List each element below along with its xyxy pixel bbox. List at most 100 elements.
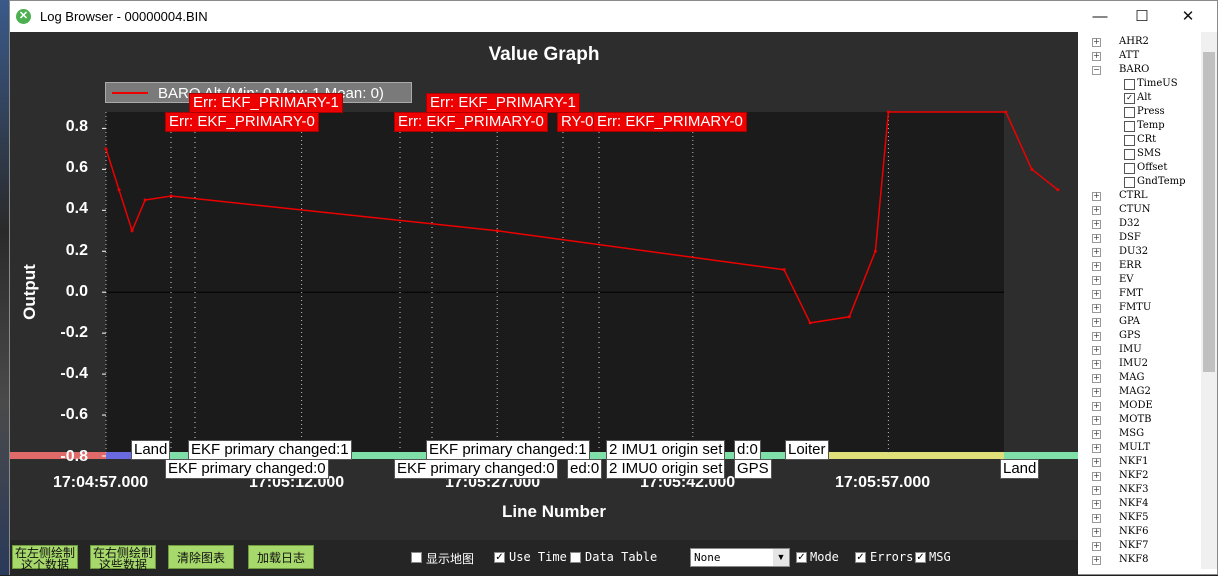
expand-icon[interactable]: +	[1092, 346, 1101, 355]
expand-icon[interactable]: +	[1092, 374, 1101, 383]
expand-icon[interactable]: +	[1092, 486, 1101, 495]
expand-icon[interactable]: +	[1092, 444, 1101, 453]
expand-icon[interactable]: +	[1092, 290, 1101, 299]
expand-icon[interactable]: +	[1092, 220, 1101, 229]
graph-type-dropdown[interactable]: None ▼	[690, 548, 790, 567]
data-point	[143, 198, 147, 202]
tree-item-checkbox[interactable]	[1124, 135, 1135, 146]
y-tick-label: 0.6	[65, 159, 88, 176]
tree-item-checkbox[interactable]: ✓	[1124, 93, 1135, 104]
chevron-down-icon[interactable]: ▼	[773, 549, 789, 566]
expand-icon[interactable]: +	[1092, 360, 1101, 369]
expand-icon[interactable]: +	[1092, 500, 1101, 509]
expand-icon[interactable]: +	[1092, 402, 1101, 411]
tree-item-checkbox[interactable]	[1124, 163, 1135, 174]
load-log-button[interactable]: 加载日志	[248, 545, 314, 569]
y-tick-label: 0.2	[65, 242, 88, 259]
expand-icon[interactable]: +	[1092, 388, 1101, 397]
tree-item-label: TimeUS	[1137, 78, 1178, 89]
tree-item-label: DU32	[1119, 246, 1149, 257]
bottom-toolbar: 在左侧绘制这个数据 在右侧绘制这些数据 清除图表 加载日志 显示地图 ✓ Use…	[10, 540, 1078, 576]
expand-icon[interactable]: +	[1092, 472, 1101, 481]
data-point	[873, 249, 877, 253]
collapse-icon[interactable]: −	[1092, 66, 1101, 75]
y-tick-label: -0.8	[60, 448, 88, 465]
tree-item-label: MULT	[1119, 442, 1151, 453]
tree-scrollbar[interactable]	[1201, 32, 1217, 569]
expand-icon[interactable]: +	[1092, 430, 1101, 439]
x-axis-label: Line Number	[502, 502, 606, 521]
tree-item-checkbox[interactable]	[1124, 107, 1135, 118]
tree-item-label: Offset	[1137, 162, 1168, 173]
expand-icon[interactable]: +	[1092, 248, 1101, 257]
expand-icon[interactable]: +	[1092, 542, 1101, 551]
dropdown-value: None	[694, 551, 721, 564]
expand-icon[interactable]: +	[1092, 38, 1101, 47]
log-browser-window: ✕ Log Browser - 00000004.BIN — ☐ ✕ Value…	[9, 0, 1218, 576]
mode-checkbox[interactable]: ✓	[796, 552, 807, 563]
errors-checkbox[interactable]: ✓	[855, 552, 866, 563]
data-point	[847, 315, 851, 319]
error-marker-label: Err: EKF_PRIMARY-1	[189, 93, 343, 113]
clear-graph-button[interactable]: 清除图表	[168, 545, 234, 569]
scrollbar-thumb[interactable]	[1203, 52, 1215, 372]
tree-item-label: NKF7	[1119, 540, 1149, 551]
tree-item-checkbox[interactable]	[1124, 177, 1135, 188]
event-label: d:0	[734, 440, 761, 460]
data-table-checkbox[interactable]	[570, 552, 581, 563]
error-marker-label: Err: EKF_PRIMARY-0	[165, 112, 319, 132]
tree-item-checkbox[interactable]	[1124, 79, 1135, 90]
y-tick-label: 0.8	[65, 118, 88, 135]
expand-icon[interactable]: +	[1092, 304, 1101, 313]
tree-item-label: FMTU	[1119, 302, 1152, 313]
expand-icon[interactable]: +	[1092, 514, 1101, 523]
expand-icon[interactable]: +	[1092, 234, 1101, 243]
x-tick-label: 17:05:57.000	[835, 474, 931, 491]
plot-right-button[interactable]: 在右侧绘制这些数据	[90, 545, 156, 571]
expand-icon[interactable]: +	[1092, 416, 1101, 425]
tree-item-label: NKF8	[1119, 554, 1149, 565]
tree-item-checkbox[interactable]	[1124, 121, 1135, 132]
title-bar: ✕ Log Browser - 00000004.BIN — ☐ ✕	[10, 1, 1217, 32]
tree-item-checkbox[interactable]	[1124, 149, 1135, 160]
event-label: EKF primary changed:1	[188, 440, 352, 460]
use-time-checkbox[interactable]: ✓	[494, 552, 505, 563]
expand-icon[interactable]: +	[1092, 52, 1101, 61]
show-map-checkbox[interactable]	[411, 552, 422, 563]
message-tree[interactable]: + AHR2 + ATT − BARO TimeUS ✓ Alt Press Temp CRt SMS O…	[1082, 32, 1202, 569]
tree-item-label: MAG2	[1119, 386, 1151, 397]
plot-left-button[interactable]: 在左侧绘制这个数据	[12, 545, 78, 571]
event-band	[800, 452, 1004, 459]
expand-icon[interactable]: +	[1092, 276, 1101, 285]
tree-item-label: MODE	[1119, 400, 1153, 411]
tree-item-label: NKF3	[1119, 484, 1149, 495]
event-label: Land	[1000, 459, 1040, 479]
expand-icon[interactable]: +	[1092, 332, 1101, 341]
expand-icon[interactable]: +	[1092, 262, 1101, 271]
maximize-button[interactable]: ☐	[1119, 1, 1165, 32]
legend-swatch	[112, 92, 148, 94]
expand-icon[interactable]: +	[1092, 206, 1101, 215]
expand-icon[interactable]: +	[1092, 458, 1101, 467]
tree-item-label: SMS	[1137, 148, 1161, 159]
x-tick-label: 17:04:57.000	[53, 474, 149, 491]
y-tick-label: 0.4	[65, 200, 88, 217]
expand-icon[interactable]: +	[1092, 192, 1101, 201]
expand-icon[interactable]: +	[1092, 556, 1101, 565]
msg-checkbox[interactable]: ✓	[915, 552, 926, 563]
tree-item-label: GPA	[1119, 316, 1141, 327]
event-label: Land	[131, 440, 171, 460]
expand-icon[interactable]: +	[1092, 318, 1101, 327]
tree-item-label: NKF2	[1119, 470, 1149, 481]
minimize-button[interactable]: —	[1077, 1, 1123, 32]
event-label: EKF primary changed:0	[394, 459, 558, 479]
expand-icon[interactable]: +	[1092, 528, 1101, 537]
data-point	[1004, 110, 1008, 114]
tree-item-label: NKF1	[1119, 456, 1149, 467]
tree-item-label: GPS	[1119, 330, 1141, 341]
data-point	[1056, 188, 1060, 192]
close-button[interactable]: ✕	[1165, 1, 1211, 32]
tree-item-label: ATT	[1119, 50, 1140, 61]
value-graph[interactable]: Value Graph BARO Alt (Min: 0 Max: 1 Mean…	[10, 32, 1078, 540]
mode-label: Mode	[810, 550, 839, 564]
